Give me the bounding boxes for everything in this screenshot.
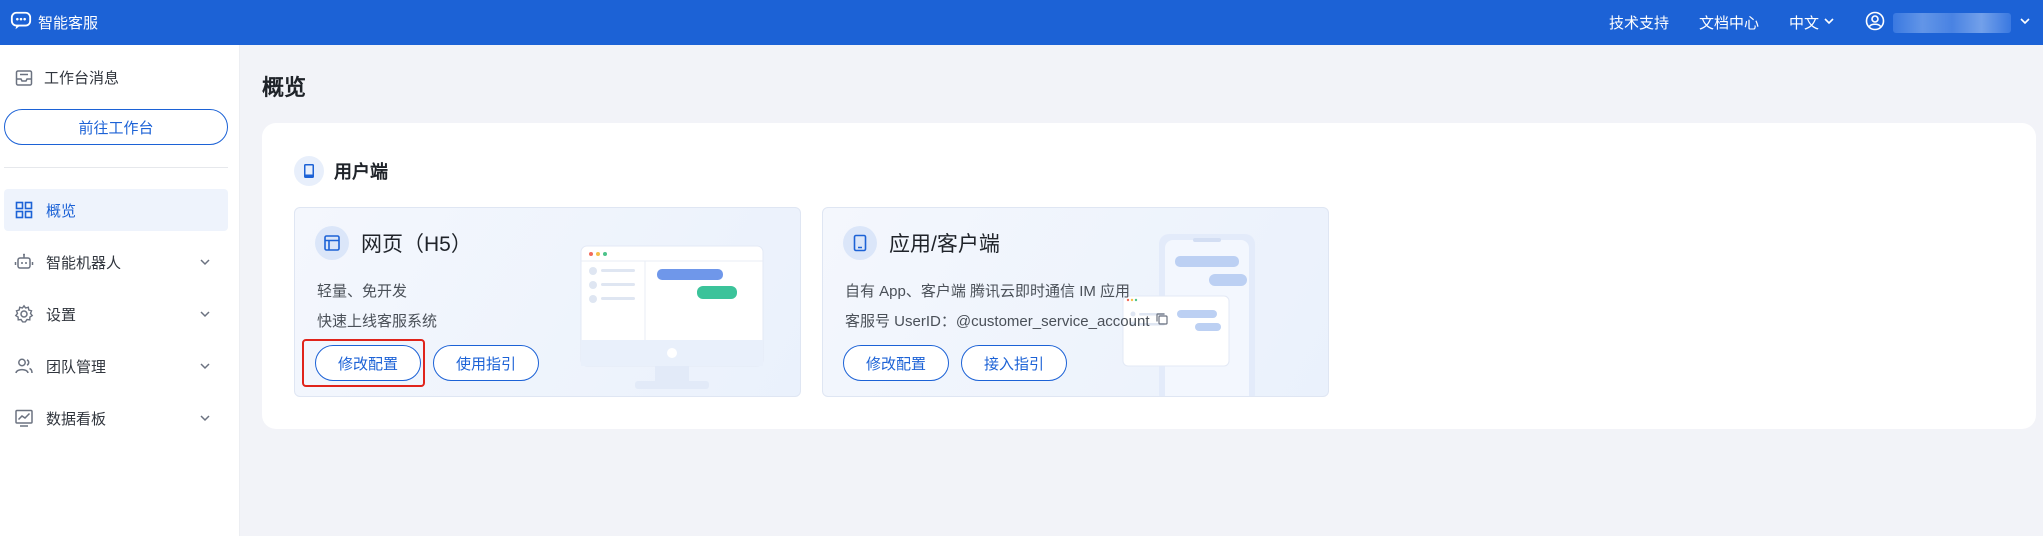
workbench-messages[interactable]: 工作台消息 [14,67,119,88]
card-header: 网页（H5） [315,226,472,260]
tech-support-link[interactable]: 技术支持 [1609,12,1669,33]
mobile-icon [294,156,324,186]
sidebar-item-label: 概览 [46,202,77,220]
sidebar-item-label: 设置 [46,306,77,324]
workbench-messages-label: 工作台消息 [44,70,120,87]
chevron-down-icon [2019,14,2031,31]
integration-guide-button[interactable]: 接入指引 [961,345,1067,381]
browser-window-icon [315,226,349,260]
chevron-down-icon [198,411,212,425]
chevron-down-icon [198,255,212,269]
card-title: 应用/客户端 [889,233,1000,256]
brand-name: 智能客服 [38,15,99,32]
copy-icon[interactable] [1155,312,1169,330]
grid-icon [14,200,34,220]
docs-center-link[interactable]: 文档中心 [1699,12,1759,33]
chat-logo-icon [10,10,32,36]
app-client-card: 应用/客户端 自有 App、客户端 腾讯云即时通信 IM 应用 客服号 User… [822,207,1329,397]
sidebar: 工作台消息 前往工作台 概览 智能机器人 设置 团队管理 数据看板 [0,45,240,536]
sidebar-item-overview[interactable]: 概览 [4,189,228,231]
card-title: 网页（H5） [361,233,472,256]
section-title: 用户端 [334,162,388,182]
gear-icon [14,304,34,324]
chevron-down-icon [1823,14,1835,31]
card-description: 自有 App、客户端 腾讯云即时通信 IM 应用 [845,283,1131,300]
inbox-icon [14,68,34,88]
page-title: 概览 [262,75,307,100]
sidebar-item-label: 智能机器人 [46,254,122,272]
username-redacted [1893,12,2011,33]
sidebar-item-robot[interactable]: 智能机器人 [4,241,228,283]
highlight-box [302,339,425,387]
card-header: 应用/客户端 [843,226,1000,260]
card-description: 轻量、免开发 [317,283,408,300]
chevron-down-icon [198,359,212,373]
top-bar: 智能客服 技术支持 文档中心 中文 [0,0,2043,45]
user-icon [1865,11,1885,35]
section-header: 用户端 [294,156,388,186]
sidebar-item-settings[interactable]: 设置 [4,293,228,335]
sidebar-item-team[interactable]: 团队管理 [4,345,228,387]
chart-icon [14,408,34,428]
user-menu[interactable] [1865,11,2031,35]
userid-label: 客服号 UserID：@customer_service_account [845,313,1150,330]
go-to-workbench-button[interactable]: 前往工作台 [4,109,228,145]
card-description: 快速上线客服系统 [317,313,438,330]
customer-service-userid: 客服号 UserID：@customer_service_account [845,310,1169,331]
sidebar-divider [4,167,228,168]
user-side-panel: 用户端 网页（H5） 轻量、免开发 快速上线客服系统 修改配置 使用指引 应用/… [262,123,2036,429]
h5-card: 网页（H5） 轻量、免开发 快速上线客服系统 修改配置 使用指引 [294,207,801,397]
desktop-chat-illustration [580,245,764,389]
robot-icon [14,252,34,272]
brand[interactable]: 智能客服 [10,10,98,36]
language-selector[interactable]: 中文 [1789,12,1835,33]
usage-guide-button[interactable]: 使用指引 [433,345,539,381]
sidebar-item-dashboard[interactable]: 数据看板 [4,397,228,439]
language-label: 中文 [1788,15,1819,32]
sidebar-item-label: 团队管理 [46,358,107,376]
team-icon [14,356,34,376]
sidebar-item-label: 数据看板 [46,410,107,428]
tablet-icon [843,226,877,260]
chevron-down-icon [198,307,212,321]
modify-config-button[interactable]: 修改配置 [843,345,949,381]
